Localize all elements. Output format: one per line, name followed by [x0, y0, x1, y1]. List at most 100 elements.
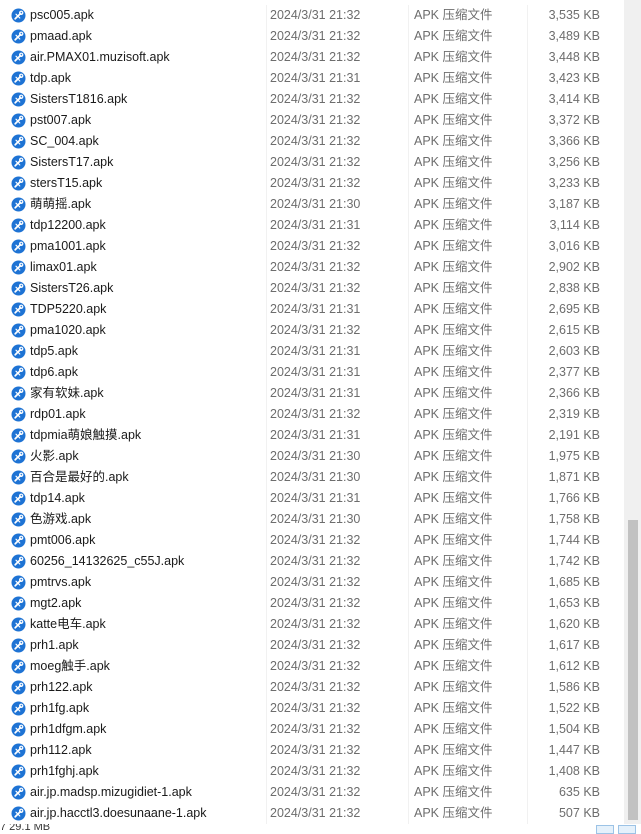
file-modified-date: 2024/3/31 21:32: [270, 281, 361, 295]
large-icons-view-button[interactable]: [618, 825, 636, 834]
apk-file-icon: [11, 785, 26, 800]
file-name: 火影.apk: [30, 449, 79, 463]
file-row[interactable]: air.jp.madsp.mizugidiet-1.apk 2024/3/31 …: [0, 782, 624, 803]
file-modified-date: 2024/3/31 21:32: [270, 680, 361, 694]
file-type: APK 压缩文件: [414, 302, 493, 316]
file-size: 2,377 KB: [548, 365, 600, 379]
apk-file-icon: [11, 764, 26, 779]
file-row[interactable]: limax01.apk 2024/3/31 21:32 APK 压缩文件 2,9…: [0, 257, 624, 278]
file-type: APK 压缩文件: [414, 365, 493, 379]
file-type: APK 压缩文件: [414, 596, 493, 610]
file-row[interactable]: 百合是最好的.apk 2024/3/31 21:30 APK 压缩文件 1,87…: [0, 467, 624, 488]
file-modified-date: 2024/3/31 21:31: [270, 344, 361, 358]
file-size: 1,871 KB: [548, 470, 600, 484]
file-type: APK 压缩文件: [414, 29, 493, 43]
file-list[interactable]: psc005.apk 2024/3/31 21:32 APK 压缩文件 3,53…: [0, 5, 624, 824]
apk-file-icon: [11, 365, 26, 380]
file-row[interactable]: 萌萌摇.apk 2024/3/31 21:30 APK 压缩文件 3,187 K…: [0, 194, 624, 215]
file-type: APK 压缩文件: [414, 764, 493, 778]
file-row[interactable]: mgt2.apk 2024/3/31 21:32 APK 压缩文件 1,653 …: [0, 593, 624, 614]
file-row[interactable]: prh1dfgm.apk 2024/3/31 21:32 APK 压缩文件 1,…: [0, 719, 624, 740]
apk-file-icon: [11, 323, 26, 338]
details-view-button[interactable]: [596, 825, 614, 834]
file-type: APK 压缩文件: [414, 155, 493, 169]
file-size: 3,489 KB: [548, 29, 600, 43]
file-row[interactable]: air.jp.hacctl3.doesunaane-1.apk 2024/3/3…: [0, 803, 624, 824]
apk-file-icon: [11, 449, 26, 464]
file-row[interactable]: prh1.apk 2024/3/31 21:32 APK 压缩文件 1,617 …: [0, 635, 624, 656]
file-row[interactable]: tdp5.apk 2024/3/31 21:31 APK 压缩文件 2,603 …: [0, 341, 624, 362]
apk-file-icon: [11, 659, 26, 674]
file-row[interactable]: 家有软妹.apk 2024/3/31 21:31 APK 压缩文件 2,366 …: [0, 383, 624, 404]
file-size: 1,653 KB: [548, 596, 600, 610]
file-modified-date: 2024/3/31 21:32: [270, 701, 361, 715]
file-size: 3,535 KB: [548, 8, 600, 22]
apk-file-icon: [11, 638, 26, 653]
apk-file-icon: [11, 428, 26, 443]
file-row[interactable]: prh1fg.apk 2024/3/31 21:32 APK 压缩文件 1,52…: [0, 698, 624, 719]
file-name: pmaad.apk: [30, 29, 92, 43]
file-size: 1,620 KB: [548, 617, 600, 631]
file-row[interactable]: pmtrvs.apk 2024/3/31 21:32 APK 压缩文件 1,68…: [0, 572, 624, 593]
file-row[interactable]: psc005.apk 2024/3/31 21:32 APK 压缩文件 3,53…: [0, 5, 624, 26]
file-row[interactable]: SC_004.apk 2024/3/31 21:32 APK 压缩文件 3,36…: [0, 131, 624, 152]
file-row[interactable]: tdp14.apk 2024/3/31 21:31 APK 压缩文件 1,766…: [0, 488, 624, 509]
status-text: 7 29.1 MB: [0, 824, 51, 833]
file-modified-date: 2024/3/31 21:32: [270, 92, 361, 106]
file-row[interactable]: air.PMAX01.muzisoft.apk 2024/3/31 21:32 …: [0, 47, 624, 68]
file-row[interactable]: SistersT26.apk 2024/3/31 21:32 APK 压缩文件 …: [0, 278, 624, 299]
file-size: 1,758 KB: [548, 512, 600, 526]
vertical-scrollbar[interactable]: [624, 0, 641, 824]
file-modified-date: 2024/3/31 21:32: [270, 134, 361, 148]
file-size: 3,016 KB: [548, 239, 600, 253]
file-row[interactable]: pmt006.apk 2024/3/31 21:32 APK 压缩文件 1,74…: [0, 530, 624, 551]
file-size: 2,603 KB: [548, 344, 600, 358]
file-row[interactable]: SistersT17.apk 2024/3/31 21:32 APK 压缩文件 …: [0, 152, 624, 173]
file-modified-date: 2024/3/31 21:32: [270, 176, 361, 190]
file-row[interactable]: pst007.apk 2024/3/31 21:32 APK 压缩文件 3,37…: [0, 110, 624, 131]
file-type: APK 压缩文件: [414, 470, 493, 484]
scrollbar-thumb[interactable]: [628, 520, 638, 820]
file-row[interactable]: katte电车.apk 2024/3/31 21:32 APK 压缩文件 1,6…: [0, 614, 624, 635]
apk-file-icon: [11, 533, 26, 548]
file-type: APK 压缩文件: [414, 428, 493, 442]
apk-file-icon: [11, 50, 26, 65]
file-row[interactable]: tdp.apk 2024/3/31 21:31 APK 压缩文件 3,423 K…: [0, 68, 624, 89]
file-row[interactable]: rdp01.apk 2024/3/31 21:32 APK 压缩文件 2,319…: [0, 404, 624, 425]
file-name: tdp5.apk: [30, 344, 78, 358]
file-type: APK 压缩文件: [414, 323, 493, 337]
file-row[interactable]: 火影.apk 2024/3/31 21:30 APK 压缩文件 1,975 KB: [0, 446, 624, 467]
file-row[interactable]: tdpmia萌娘触摸.apk 2024/3/31 21:31 APK 压缩文件 …: [0, 425, 624, 446]
file-row[interactable]: prh112.apk 2024/3/31 21:32 APK 压缩文件 1,44…: [0, 740, 624, 761]
file-row[interactable]: 色游戏.apk 2024/3/31 21:30 APK 压缩文件 1,758 K…: [0, 509, 624, 530]
file-name: SistersT26.apk: [30, 281, 114, 295]
apk-file-icon: [11, 344, 26, 359]
apk-file-icon: [11, 596, 26, 611]
file-row[interactable]: prh1fghj.apk 2024/3/31 21:32 APK 压缩文件 1,…: [0, 761, 624, 782]
file-row[interactable]: 60256_14132625_c55J.apk 2024/3/31 21:32 …: [0, 551, 624, 572]
file-type: APK 压缩文件: [414, 533, 493, 547]
file-name: tdpmia萌娘触摸.apk: [30, 428, 142, 442]
file-row[interactable]: tdp12200.apk 2024/3/31 21:31 APK 压缩文件 3,…: [0, 215, 624, 236]
file-row[interactable]: pma1020.apk 2024/3/31 21:32 APK 压缩文件 2,6…: [0, 320, 624, 341]
file-size: 1,744 KB: [548, 533, 600, 547]
apk-file-icon: [11, 176, 26, 191]
file-row[interactable]: pma1001.apk 2024/3/31 21:32 APK 压缩文件 3,0…: [0, 236, 624, 257]
file-type: APK 压缩文件: [414, 554, 493, 568]
file-row[interactable]: TDP5220.apk 2024/3/31 21:31 APK 压缩文件 2,6…: [0, 299, 624, 320]
file-type: APK 压缩文件: [414, 575, 493, 589]
file-name: pmt006.apk: [30, 533, 96, 547]
file-type: APK 压缩文件: [414, 281, 493, 295]
file-type: APK 压缩文件: [414, 722, 493, 736]
file-name: 60256_14132625_c55J.apk: [30, 554, 185, 568]
apk-file-icon: [11, 302, 26, 317]
file-type: APK 压缩文件: [414, 176, 493, 190]
file-row[interactable]: tdp6.apk 2024/3/31 21:31 APK 压缩文件 2,377 …: [0, 362, 624, 383]
apk-file-icon: [11, 743, 26, 758]
file-row[interactable]: pmaad.apk 2024/3/31 21:32 APK 压缩文件 3,489…: [0, 26, 624, 47]
file-row[interactable]: prh122.apk 2024/3/31 21:32 APK 压缩文件 1,58…: [0, 677, 624, 698]
file-size: 2,838 KB: [548, 281, 600, 295]
file-row[interactable]: moeg触手.apk 2024/3/31 21:32 APK 压缩文件 1,61…: [0, 656, 624, 677]
file-row[interactable]: SistersT1816.apk 2024/3/31 21:32 APK 压缩文…: [0, 89, 624, 110]
file-row[interactable]: stersT15.apk 2024/3/31 21:32 APK 压缩文件 3,…: [0, 173, 624, 194]
